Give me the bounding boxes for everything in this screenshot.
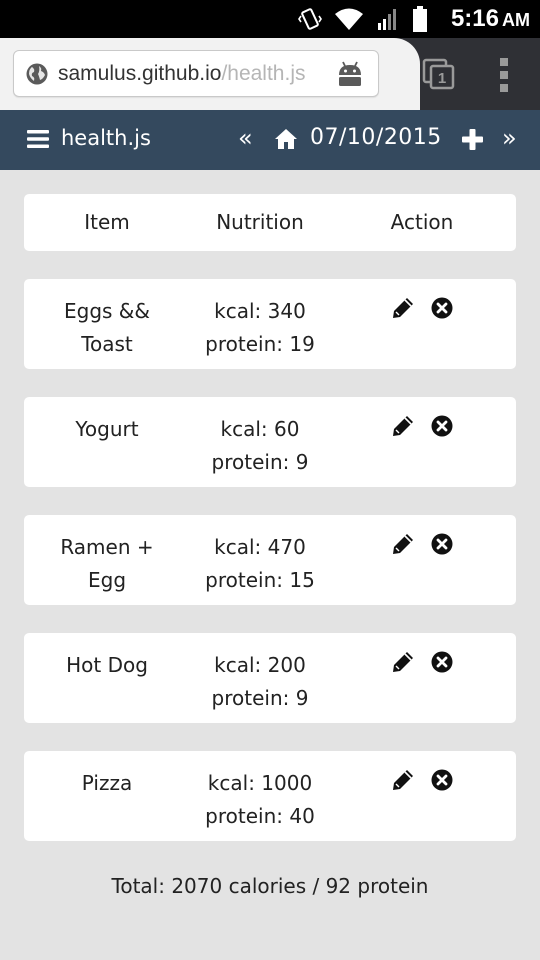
protein-value: protein: 40 [205, 804, 315, 828]
table-row: Hot Dog kcal: 200 protein: 9 [24, 633, 516, 723]
tab-count: 1 [438, 70, 446, 87]
protein-value: protein: 9 [211, 450, 309, 474]
overflow-menu-icon[interactable] [497, 58, 511, 92]
previous-day-button[interactable]: « [238, 124, 253, 152]
status-bar: 5:16 AM [0, 0, 540, 38]
next-day-button[interactable]: » [502, 124, 517, 152]
home-icon[interactable] [274, 128, 298, 150]
food-name-line: Eggs && [64, 299, 150, 323]
hamburger-icon[interactable] [27, 129, 49, 149]
food-nutrition: kcal: 470 protein: 15 [184, 531, 336, 597]
wifi-icon [335, 8, 363, 30]
food-name: Ramen + Egg [42, 531, 172, 597]
url-host: samulus.github.io [58, 62, 222, 85]
table-row: Ramen + Egg kcal: 470 protein: 15 [24, 515, 516, 605]
android-icon[interactable] [336, 61, 364, 87]
header-action: Action [390, 210, 454, 234]
kcal-value: kcal: 340 [214, 299, 306, 323]
pencil-icon[interactable] [392, 297, 414, 319]
table-row: Eggs && Toast kcal: 340 protein: 19 [24, 279, 516, 369]
signal-icon [378, 9, 396, 30]
kcal-value: kcal: 60 [220, 417, 300, 441]
battery-icon [413, 6, 427, 32]
status-icons [298, 6, 428, 32]
food-name: Pizza [42, 767, 172, 800]
tab-switcher-icon[interactable]: 1 [420, 56, 456, 92]
app-brand[interactable]: health.js [61, 126, 151, 150]
food-name: Eggs && Toast [42, 295, 172, 361]
plus-icon[interactable] [462, 129, 483, 150]
food-name-line: Pizza [81, 771, 133, 795]
pencil-icon[interactable] [392, 533, 414, 555]
address-bar[interactable]: samulus.github.io/health.js [13, 50, 379, 97]
browser-toolbar: samulus.github.io/health.js 1 [0, 38, 540, 110]
header-item: Item [84, 210, 130, 234]
food-name-line: Egg [87, 568, 127, 592]
food-nutrition: kcal: 340 protein: 19 [184, 295, 336, 361]
kcal-value: kcal: 1000 [207, 771, 313, 795]
food-name: Yogurt [42, 413, 172, 446]
globe-icon [26, 63, 48, 85]
protein-value: protein: 15 [205, 568, 315, 592]
table-row: Yogurt kcal: 60 protein: 9 [24, 397, 516, 487]
food-nutrition: kcal: 1000 protein: 40 [184, 767, 336, 833]
daily-total: Total: 2070 calories / 92 protein [111, 874, 429, 898]
clock: 5:16 AM [451, 5, 530, 33]
remove-circle-icon[interactable] [431, 651, 453, 673]
food-name: Hot Dog [42, 649, 172, 682]
food-name-line: Toast [81, 332, 133, 356]
food-name-line: Ramen + [60, 535, 154, 559]
app-navbar: health.js « 07/10/2015 » [0, 110, 540, 170]
kcal-value: kcal: 470 [214, 535, 306, 559]
pencil-icon[interactable] [392, 651, 414, 673]
food-nutrition: kcal: 200 protein: 9 [184, 649, 336, 715]
food-name-line: Hot Dog [66, 653, 148, 677]
clock-ampm: AM [502, 10, 530, 30]
url-text[interactable]: samulus.github.io/health.js [58, 62, 328, 86]
table-row: Pizza kcal: 1000 protein: 40 [24, 751, 516, 841]
food-nutrition: kcal: 60 protein: 9 [184, 413, 336, 479]
header-nutrition: Nutrition [216, 210, 304, 234]
remove-circle-icon[interactable] [431, 769, 453, 791]
remove-circle-icon[interactable] [431, 533, 453, 555]
remove-circle-icon[interactable] [431, 297, 453, 319]
protein-value: protein: 9 [211, 686, 309, 710]
vibrate-icon [298, 8, 322, 30]
pencil-icon[interactable] [392, 415, 414, 437]
clock-time: 5:16 [450, 5, 499, 32]
food-name-line: Yogurt [75, 417, 139, 441]
pencil-icon[interactable] [392, 769, 414, 791]
table-header: Item Nutrition Action [24, 194, 516, 251]
kcal-value: kcal: 200 [214, 653, 306, 677]
url-path: /health.js [221, 62, 306, 85]
current-date[interactable]: 07/10/2015 [310, 125, 442, 150]
protein-value: protein: 19 [205, 332, 315, 356]
remove-circle-icon[interactable] [431, 415, 453, 437]
